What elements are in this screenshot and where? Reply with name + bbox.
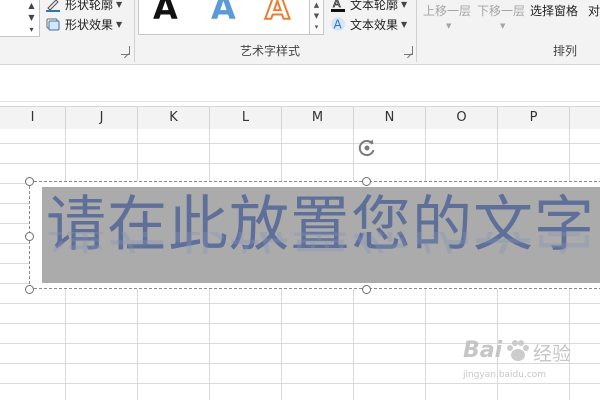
wordart-style-black[interactable]: A	[153, 0, 178, 24]
shape-outline-button[interactable]: 形状轮廓 ▼	[45, 0, 122, 14]
selection-pane-button[interactable]: 选择窗格	[530, 2, 578, 19]
column-header-k[interactable]: K	[138, 107, 210, 129]
wordart-styles-group-label: 艺术字样式	[239, 44, 300, 58]
wordart-gallery-scroll: ▲ ▼ ▾	[309, 0, 324, 35]
gallery-scroll-up-icon[interactable]: ▲	[310, 0, 323, 11]
shape-style-gallery[interactable]: ▲ ▼ ▾	[0, 0, 40, 37]
gallery-more-icon[interactable]: ▾	[26, 24, 37, 35]
shape-effects-label: 形状效果	[65, 17, 114, 32]
gallery-scroll-down-icon[interactable]: ▼	[310, 11, 323, 22]
watermark-url: jingyan.baidu.com	[463, 370, 547, 380]
gallery-scroll-down-icon[interactable]: ▼	[26, 12, 37, 23]
pen-outline-icon	[45, 0, 61, 12]
text-effects-label: 文本效果	[350, 17, 399, 32]
chevron-down-icon: ▼	[116, 0, 123, 9]
wordart-text-reflection: 请在此放置您的文字	[46, 232, 600, 258]
group-separator	[416, 0, 417, 62]
column-header-j[interactable]: J	[66, 107, 138, 129]
text-outline-label: 文本轮廓	[350, 0, 399, 12]
formula-bar-area	[0, 65, 600, 102]
chevron-down-icon: ▼	[500, 22, 506, 30]
column-header-n[interactable]: N	[354, 107, 426, 129]
gallery-scroll-up-icon[interactable]: ▲	[26, 0, 37, 11]
shape-styles-dialog-launcher-icon[interactable]	[121, 46, 130, 55]
resize-handle-middle-left[interactable]	[25, 232, 34, 241]
gallery-more-icon[interactable]: ▾	[310, 22, 323, 33]
chevron-down-icon: ▼	[401, 19, 408, 29]
column-header-p[interactable]: P	[498, 107, 570, 129]
svg-text:A: A	[333, 0, 341, 10]
svg-text:A: A	[334, 18, 343, 32]
chevron-down-icon: ▼	[401, 0, 408, 9]
shape-outline-label: 形状轮廓	[65, 0, 114, 12]
ribbon: ▲ ▼ ▾ 形状轮廓 ▼ 形状效果 ▼ A A A ▲ ▼ ▾ A 文本轮廓 ▼…	[0, 0, 600, 65]
send-backward-button[interactable]: 下移一层	[477, 2, 525, 19]
wordart-style-gallery[interactable]: A A A	[138, 0, 310, 35]
resize-handle-top-center[interactable]	[362, 177, 371, 186]
bring-forward-button[interactable]: 上移一层	[423, 2, 471, 19]
wordart-styles-dialog-launcher-icon[interactable]	[404, 46, 413, 55]
text-effects-icon: A	[330, 16, 346, 32]
text-outline-icon: A	[330, 0, 346, 12]
column-header-l[interactable]: L	[210, 107, 282, 129]
rotate-handle-icon[interactable]	[357, 138, 377, 158]
shape-effects-button[interactable]: 形状效果 ▼	[45, 14, 122, 34]
shape-styles-group: ▲ ▼ ▾ 形状轮廓 ▼ 形状效果 ▼	[0, 0, 133, 64]
column-header-m[interactable]: M	[282, 107, 354, 129]
watermark-brand: Bai	[463, 338, 503, 363]
column-header-row: I J K L M N O P	[0, 106, 600, 130]
column-header-i[interactable]: I	[0, 107, 66, 129]
column-header-o[interactable]: O	[426, 107, 498, 129]
resize-handle-bottom-left[interactable]	[25, 285, 34, 294]
resize-handle-top-left[interactable]	[25, 177, 34, 186]
arrange-group-label: 排列	[552, 44, 577, 58]
wordart-style-orange-outline[interactable]: A	[264, 0, 291, 25]
watermark-brand-cn: 经验	[533, 343, 572, 365]
group-separator	[134, 0, 135, 62]
align-button[interactable]: 对	[588, 2, 600, 19]
text-outline-button[interactable]: A 文本轮廓 ▼	[330, 0, 407, 14]
resize-handle-bottom-center[interactable]	[362, 285, 371, 294]
chevron-down-icon: ▼	[116, 19, 123, 29]
baidu-jingyan-watermark: Bai 经验 jingyan.baidu.com	[455, 336, 595, 386]
text-effects-button[interactable]: A 文本效果 ▼	[330, 14, 407, 34]
paw-logo-icon	[505, 338, 531, 368]
chevron-down-icon: ▼	[446, 22, 452, 30]
shape-effects-icon	[45, 16, 61, 32]
wordart-style-blue[interactable]: A	[211, 0, 236, 24]
